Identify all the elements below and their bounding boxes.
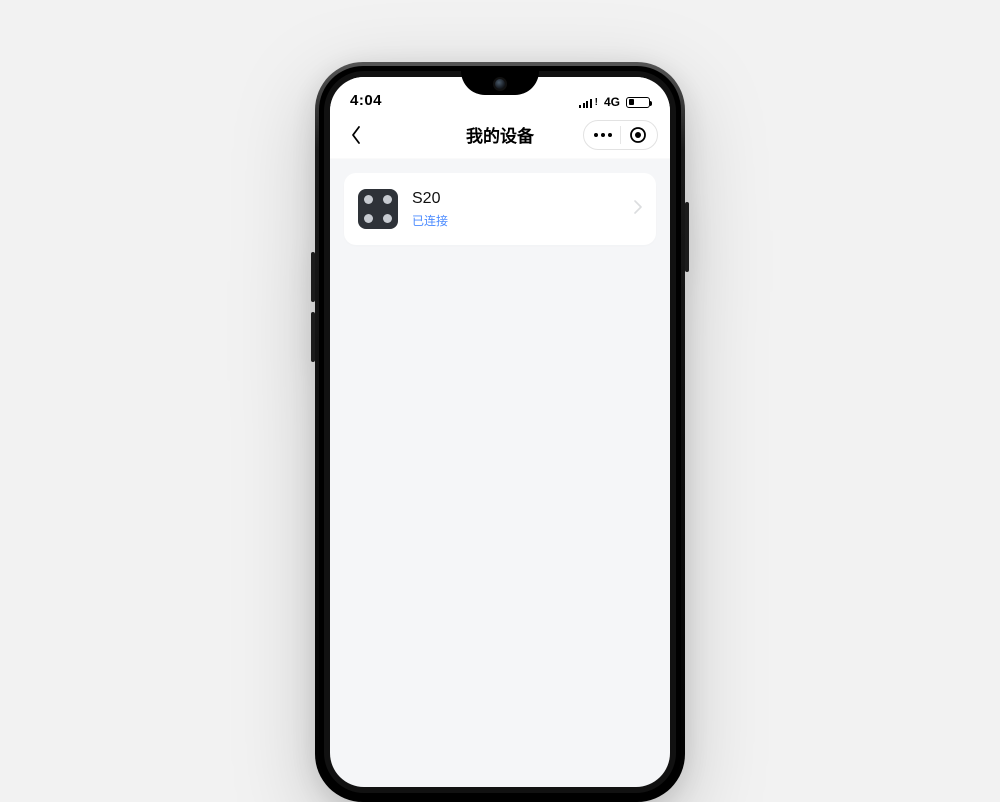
device-status: 已连接 (412, 212, 620, 229)
back-button[interactable] (342, 121, 370, 149)
more-horizontal-icon (594, 133, 612, 137)
close-miniprogram-button[interactable] (623, 121, 653, 149)
volume-up-button (311, 252, 315, 302)
device-text: S20 已连接 (412, 189, 620, 228)
power-button (685, 202, 689, 272)
front-camera (493, 77, 507, 91)
target-circle-icon (629, 126, 647, 144)
status-time: 4:04 (350, 92, 382, 109)
chevron-left-icon (350, 125, 362, 145)
volume-down-button (311, 312, 315, 362)
screen: 4:04 ! 4G 我的设备 (330, 77, 670, 787)
header-actions (583, 120, 658, 150)
app-header: 我的设备 (330, 111, 670, 159)
battery-icon (626, 97, 650, 108)
device-card[interactable]: S20 已连接 (344, 173, 656, 245)
content-area: S20 已连接 (330, 159, 670, 245)
chevron-right-icon (634, 200, 642, 219)
device-name: S20 (412, 189, 620, 208)
signal-icon: ! (579, 96, 598, 108)
more-button[interactable] (588, 121, 618, 149)
divider (620, 126, 621, 144)
phone-mockup: 4:04 ! 4G 我的设备 (315, 62, 685, 802)
device-scale-icon (358, 189, 398, 229)
network-label: 4G (604, 95, 620, 109)
